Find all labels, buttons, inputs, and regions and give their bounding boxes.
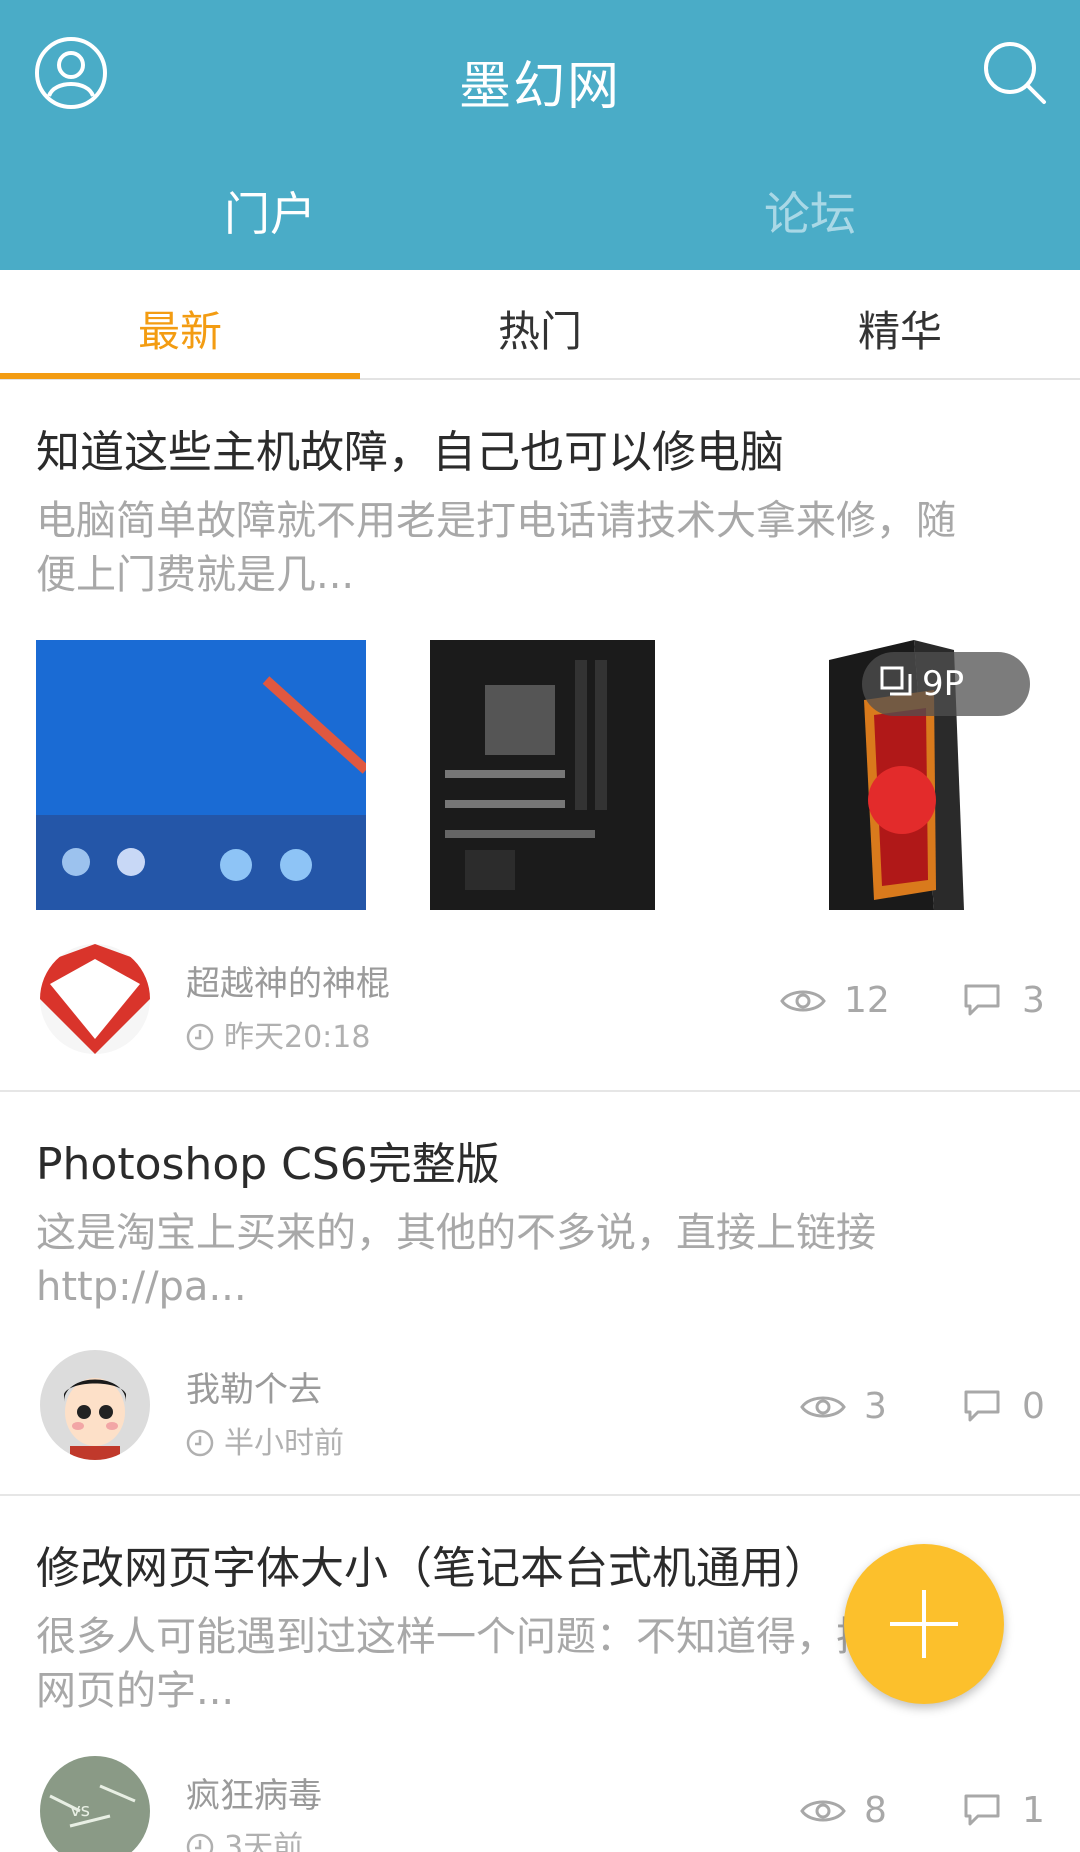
comment-count: 1: [962, 1790, 1062, 1834]
post-time: 3天前: [186, 1822, 303, 1852]
author-avatar-image: [40, 1350, 150, 1460]
tab-forum[interactable]: 论坛: [710, 178, 910, 244]
comment-icon: [964, 1390, 1000, 1422]
comment-icon: [964, 1794, 1000, 1826]
comment-count: 0: [962, 1386, 1062, 1430]
search-icon: [984, 42, 1046, 104]
subtab-active-indicator: [0, 373, 360, 379]
author-name[interactable]: 超越神的神棍: [186, 956, 390, 1005]
avatar[interactable]: [40, 1350, 150, 1460]
clock-icon: [186, 1023, 214, 1051]
view-count: 8: [800, 1790, 900, 1834]
svg-text:vs: vs: [70, 1800, 90, 1821]
eye-icon: [800, 1800, 846, 1822]
top-tabs: 门户 论坛: [0, 178, 1080, 241]
author-name[interactable]: 疯狂病毒: [186, 1768, 322, 1817]
screen-image: [36, 640, 366, 910]
plus-icon: [922, 1590, 926, 1658]
view-count: 12: [780, 980, 900, 1024]
article-title[interactable]: 知道这些主机故障，自己也可以修电脑: [36, 416, 784, 480]
article-summary: 这是淘宝上买来的，其他的不多说，直接上链接http://pa...: [36, 1210, 876, 1310]
post-time: 昨天20:18: [186, 1012, 370, 1056]
app-header: 墨幻网 门户 论坛: [0, 0, 1080, 270]
article-title[interactable]: 修改网页字体大小（笔记本台式机通用）: [36, 1532, 828, 1596]
subtab-latest[interactable]: 最新: [0, 298, 360, 359]
comment-count: 3: [962, 980, 1062, 1024]
article-summary: 很多人可能遇到过这样一个问题：不知道得，把电脑网页的字...: [36, 1614, 956, 1714]
article-thumbnail[interactable]: [36, 640, 366, 910]
search-button[interactable]: [982, 40, 1048, 106]
author-name[interactable]: 我勒个去: [186, 1362, 322, 1411]
comment-icon: [964, 984, 1000, 1016]
clock-icon: [186, 1429, 214, 1457]
tab-portal[interactable]: 门户: [170, 178, 370, 244]
article-title[interactable]: Photoshop CS6完整版: [36, 1128, 500, 1192]
post-time: 半小时前: [186, 1418, 344, 1462]
app-title: 墨幻网: [458, 57, 621, 117]
sub-tabs: 最新 热门 精华: [0, 270, 1080, 380]
clock-icon: [186, 1833, 214, 1852]
eye-icon: [780, 990, 826, 1012]
view-count: 3: [800, 1386, 900, 1430]
avatar[interactable]: [40, 944, 150, 1054]
article-summary: 电脑简单故障就不用老是打电话请技术大拿来修，随便上门费就是几...: [36, 498, 956, 598]
subtab-featured[interactable]: 精华: [720, 298, 1080, 359]
subtab-hot[interactable]: 热门: [360, 298, 720, 359]
motherboard-image: [430, 640, 655, 910]
article-thumbnail[interactable]: [375, 640, 705, 910]
gallery-icon: [880, 666, 912, 696]
new-post-button[interactable]: [844, 1544, 1004, 1704]
eye-icon: [800, 1396, 846, 1418]
author-avatar-image: [40, 944, 150, 1054]
image-count-badge: 9P: [862, 652, 1030, 716]
